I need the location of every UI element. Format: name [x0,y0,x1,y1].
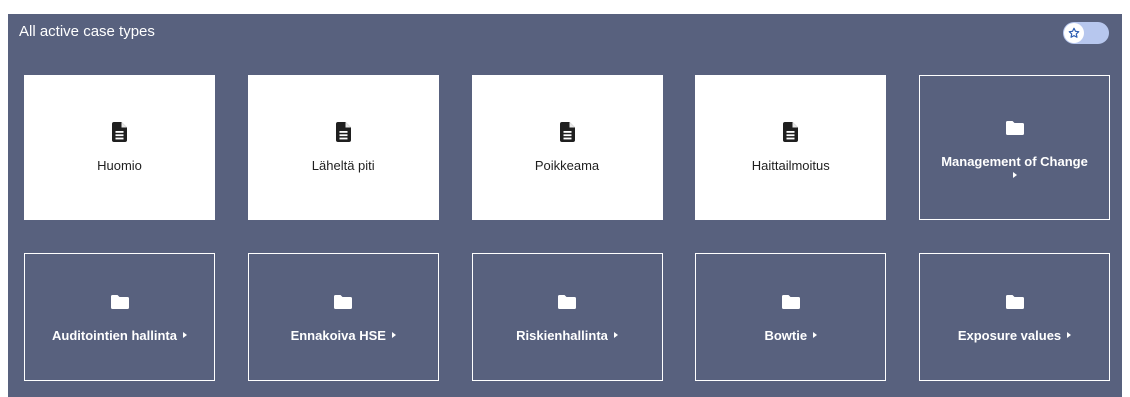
case-type-grid: Huomio Läheltä piti Poikkeama Haittailmo… [24,75,1110,381]
caret-right-icon [1012,172,1017,178]
caret-right-icon [391,332,396,339]
tile-auditointien-hallinta[interactable]: Auditointien hallinta [24,253,215,381]
tile-label: Auditointien hallinta [52,327,187,344]
caret-right-icon [613,332,618,339]
tile-label-text: Management of Change [941,154,1088,169]
folder-icon [110,291,129,313]
tile-lahelta-piti[interactable]: Läheltä piti [247,75,439,220]
panel-title: All active case types [19,23,155,40]
tile-label-text: Riskienhallinta [516,327,608,343]
tile-label: Management of Change [941,153,1088,178]
tile-label: Ennakoiva HSE [291,327,396,344]
folder-icon [558,291,576,313]
caret-right-icon [1067,332,1072,339]
tile-label: Läheltä piti [311,158,375,173]
tile-riskienhallinta[interactable]: Riskienhallinta [471,253,663,381]
favorites-toggle[interactable] [1063,22,1109,44]
folder-icon [334,291,353,313]
file-icon [335,121,351,143]
tile-label-text: Ennakoiva HSE [290,327,386,343]
tile-label-text: Exposure values [957,327,1062,343]
tile-exposure-values[interactable]: Exposure values [919,253,1110,381]
tile-poikkeama[interactable]: Poikkeama [471,75,663,220]
tile-label-text: Auditointien hallinta [52,327,177,343]
tile-label: Haittailmoitus [751,158,830,173]
file-icon [783,121,799,143]
tile-huomio[interactable]: Huomio [24,75,215,220]
tile-management-of-change[interactable]: Management of Change [919,75,1110,220]
toggle-knob[interactable] [1064,23,1084,43]
tile-haittailmoitus[interactable]: Haittailmoitus [695,75,887,220]
folder-icon [1005,117,1024,139]
tile-label: Exposure values [957,327,1072,344]
folder-icon [781,291,800,313]
tile-label-text: Bowtie [764,327,808,343]
tile-label: Poikkeama [534,158,600,173]
tile-ennakoiva-hse[interactable]: Ennakoiva HSE [247,253,439,381]
tile-bowtie[interactable]: Bowtie [695,253,887,381]
case-types-panel: All active case types Huomio Läheltä pit… [8,14,1122,397]
star-icon [1068,27,1080,39]
caret-right-icon [182,332,187,339]
tile-label: Riskienhallinta [516,327,618,344]
file-icon [559,121,575,143]
tile-label: Bowtie [764,327,818,344]
file-icon [112,121,127,143]
caret-right-icon [813,332,818,339]
folder-icon [1005,291,1024,313]
tile-label: Huomio [97,158,142,173]
